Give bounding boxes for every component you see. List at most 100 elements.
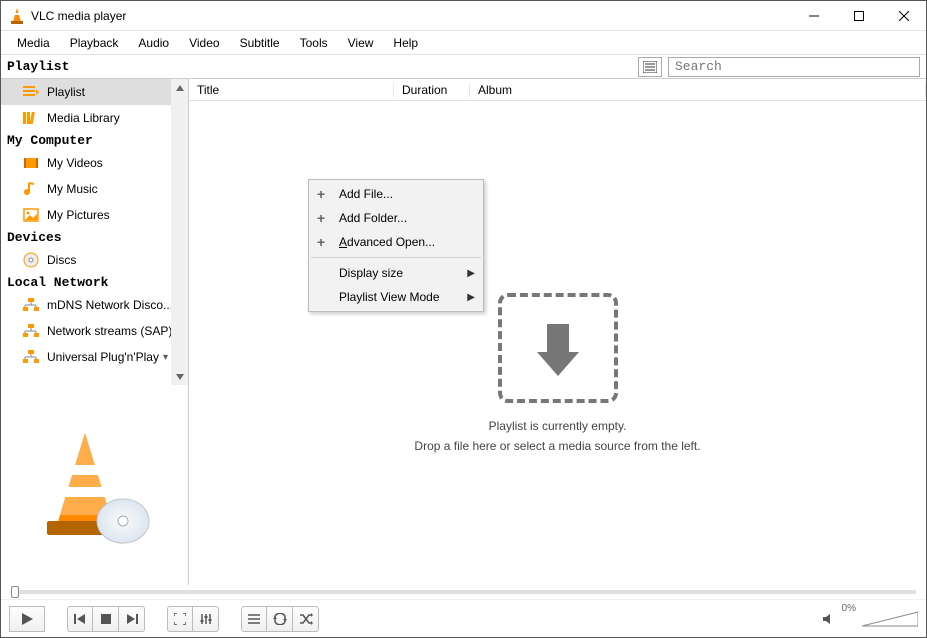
ctx-playlist-view-mode[interactable]: Playlist View Mode ▶	[309, 285, 483, 309]
playlist-header-strip: Playlist	[1, 55, 926, 79]
sidebar-item-label: Universal Plug'n'Play	[47, 350, 159, 364]
menu-media[interactable]: Media	[9, 33, 58, 53]
sidebar-item-label: Network streams (SAP)	[47, 324, 172, 338]
ctx-advanced-open[interactable]: + Advanced Open...	[309, 230, 483, 254]
scroll-down-icon[interactable]	[171, 368, 188, 385]
sidebar-item-my-videos[interactable]: My Videos	[1, 150, 188, 176]
sidebar-item-discs[interactable]: Discs	[1, 247, 188, 273]
ctx-separator	[311, 257, 481, 258]
empty-text-line2: Drop a file here or select a media sourc…	[414, 439, 700, 453]
column-title[interactable]: Title	[189, 83, 394, 97]
network-icon	[23, 297, 39, 313]
close-button[interactable]	[881, 1, 926, 30]
control-bar: 0%	[1, 599, 926, 637]
submenu-arrow-icon: ▶	[467, 292, 475, 303]
menu-audio[interactable]: Audio	[130, 33, 177, 53]
search-input[interactable]	[668, 57, 920, 77]
menu-subtitle[interactable]: Subtitle	[232, 33, 288, 53]
app-icon	[9, 7, 25, 25]
picture-icon	[23, 207, 39, 223]
next-button[interactable]	[119, 606, 145, 632]
sidebar-item-label: mDNS Network Disco...	[47, 298, 173, 312]
sidebar-section-devices: Devices	[1, 228, 188, 247]
empty-text-line1: Playlist is currently empty.	[489, 419, 627, 433]
content-row: Playlist Media Library My Computer My Vi…	[1, 79, 926, 585]
sidebar-item-label: My Pictures	[47, 208, 110, 222]
sidebar-item-playlist[interactable]: Playlist	[1, 79, 188, 105]
video-icon	[23, 155, 39, 171]
album-art-panel	[1, 385, 188, 585]
ctx-label: Playlist View Mode	[339, 290, 440, 304]
loop-button[interactable]	[267, 606, 293, 632]
plus-icon: +	[317, 210, 325, 226]
menubar: Media Playback Audio Video Subtitle Tool…	[1, 31, 926, 55]
cover-art-icon	[35, 425, 155, 545]
ctx-add-folder[interactable]: + Add Folder...	[309, 206, 483, 230]
column-header-row: Title Duration Album	[189, 79, 926, 101]
volume-control: 0%	[822, 610, 918, 628]
column-duration[interactable]: Duration	[394, 83, 470, 97]
sidebar-item-label: My Music	[47, 182, 98, 196]
minimize-button[interactable]	[791, 1, 836, 30]
sidebar: Playlist Media Library My Computer My Vi…	[1, 79, 189, 585]
ctx-label: Add File...	[339, 187, 393, 201]
seek-knob[interactable]	[11, 586, 19, 598]
ctx-add-file[interactable]: + Add File...	[309, 182, 483, 206]
sidebar-item-sap[interactable]: Network streams (SAP)	[1, 318, 188, 344]
playlist-drop-area[interactable]: Playlist is currently empty. Drop a file…	[189, 101, 926, 585]
disc-icon	[23, 252, 39, 268]
ctx-label: Advanced Open...	[339, 235, 435, 249]
sidebar-item-label: Media Library	[47, 111, 120, 125]
scroll-up-icon[interactable]	[171, 79, 188, 96]
sidebar-section-my-computer: My Computer	[1, 131, 188, 150]
previous-button[interactable]	[67, 606, 93, 632]
ctx-label: Add Folder...	[339, 211, 407, 225]
sidebar-item-mdns[interactable]: mDNS Network Disco...	[1, 292, 188, 318]
play-button[interactable]	[9, 606, 45, 632]
playlist-view-toggle-button[interactable]	[638, 57, 662, 77]
column-album[interactable]: Album	[470, 83, 926, 97]
sidebar-item-media-library[interactable]: Media Library	[1, 105, 188, 131]
maximize-button[interactable]	[836, 1, 881, 30]
submenu-arrow-icon: ▶	[467, 268, 475, 279]
sidebar-scrollbar[interactable]	[171, 79, 188, 385]
plus-icon: +	[317, 186, 325, 202]
music-icon	[23, 181, 39, 197]
volume-slider[interactable]	[862, 610, 918, 628]
playlist-icon	[23, 84, 39, 100]
window-controls	[791, 1, 926, 30]
drop-target-icon	[498, 293, 618, 403]
sidebar-item-upnp[interactable]: Universal Plug'n'Play ▾	[1, 344, 188, 370]
chevron-down-icon[interactable]: ▾	[163, 352, 168, 363]
stop-button[interactable]	[93, 606, 119, 632]
playlist-main: Title Duration Album Playlist is current…	[189, 79, 926, 585]
sidebar-item-label: My Videos	[47, 156, 103, 170]
menu-tools[interactable]: Tools	[292, 33, 336, 53]
titlebar: VLC media player	[1, 1, 926, 31]
volume-percent: 0%	[842, 603, 856, 614]
menu-video[interactable]: Video	[181, 33, 227, 53]
list-view-icon	[643, 61, 657, 73]
menu-view[interactable]: View	[340, 33, 382, 53]
sidebar-item-my-pictures[interactable]: My Pictures	[1, 202, 188, 228]
extended-settings-button[interactable]	[193, 606, 219, 632]
toggle-playlist-button[interactable]	[241, 606, 267, 632]
ctx-label: Display size	[339, 266, 403, 280]
speaker-icon[interactable]	[822, 612, 836, 626]
plus-icon: +	[317, 234, 325, 250]
menu-help[interactable]: Help	[385, 33, 426, 53]
network-icon	[23, 349, 39, 365]
ctx-display-size[interactable]: Display size ▶	[309, 261, 483, 285]
menu-playback[interactable]: Playback	[62, 33, 127, 53]
fullscreen-button[interactable]	[167, 606, 193, 632]
window-title: VLC media player	[31, 9, 791, 23]
sidebar-item-my-music[interactable]: My Music	[1, 176, 188, 202]
playlist-context-menu: + Add File... + Add Folder... + Advanced Op…	[308, 179, 484, 312]
sidebar-item-label: Playlist	[47, 85, 85, 99]
seek-bar[interactable]	[11, 590, 916, 594]
sidebar-item-label: Discs	[47, 253, 76, 267]
network-icon	[23, 323, 39, 339]
seek-bar-row	[1, 585, 926, 599]
shuffle-button[interactable]	[293, 606, 319, 632]
playlist-panel-label: Playlist	[1, 59, 189, 74]
